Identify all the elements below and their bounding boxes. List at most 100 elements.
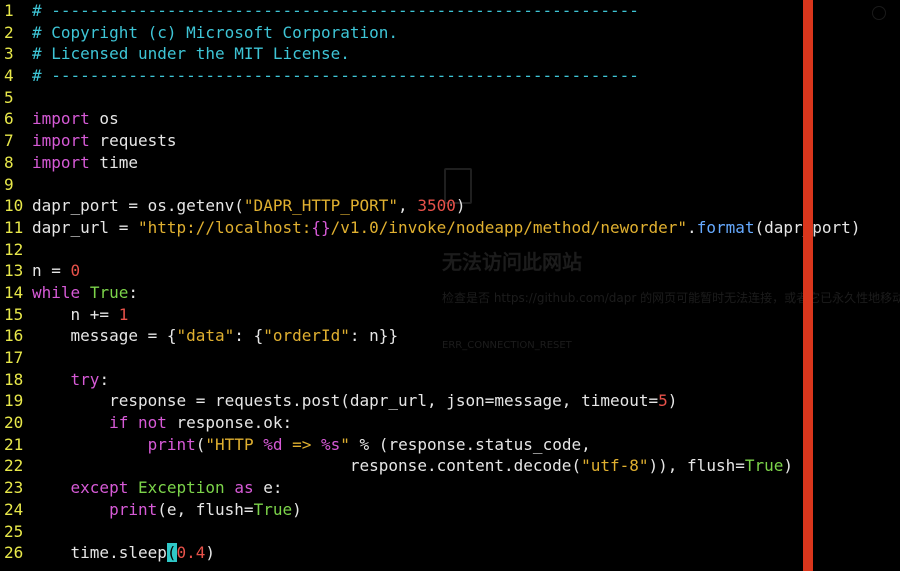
code-token: # Licensed under the MIT License. bbox=[32, 44, 350, 64]
code-line[interactable]: 17 bbox=[0, 347, 860, 369]
code-token: : bbox=[128, 282, 138, 302]
code-token: 0 bbox=[70, 261, 81, 281]
code-token: True bbox=[253, 499, 293, 519]
code-line[interactable]: 14 while True: bbox=[0, 282, 860, 304]
code-token: if bbox=[109, 413, 129, 433]
code-token: n = bbox=[32, 261, 71, 281]
code-token: %s bbox=[321, 434, 341, 454]
code-token: os bbox=[89, 109, 119, 129]
code-token: " bbox=[340, 434, 350, 454]
line-text: try: bbox=[32, 369, 110, 391]
code-line[interactable]: 7 import requests bbox=[0, 130, 860, 152]
code-token: "DAPR_HTTP_PORT" bbox=[243, 196, 399, 216]
line-number: 17 bbox=[4, 348, 24, 367]
line-text: import time bbox=[32, 152, 138, 174]
code-token: , bbox=[398, 196, 418, 216]
code-token: "HTTP bbox=[205, 434, 264, 454]
code-line[interactable]: 25 bbox=[0, 521, 860, 543]
code-line[interactable]: 12 bbox=[0, 239, 860, 261]
code-token: (e, flush= bbox=[157, 499, 254, 519]
line-number: 9 bbox=[4, 174, 14, 194]
code-line[interactable]: 19 response = requests.post(dapr_url, js… bbox=[0, 390, 860, 412]
code-line[interactable]: 5 bbox=[0, 87, 860, 109]
line-text: # Copyright (c) Microsoft Corporation. bbox=[32, 22, 398, 44]
code-token: 0.4 bbox=[176, 543, 206, 563]
code-line[interactable]: 11 dapr_url = "http://localhost:{}/v1.0/i… bbox=[0, 217, 860, 239]
line-text: while True: bbox=[32, 282, 138, 304]
code-line[interactable]: 26 time.sleep(0.4) bbox=[0, 542, 860, 564]
code-token: not bbox=[137, 413, 167, 433]
line-number: 22 bbox=[4, 456, 24, 476]
code-line[interactable]: 20 if not response.ok: bbox=[0, 412, 860, 434]
code-line[interactable]: 10 dapr_port = os.getenv("DAPR_HTTP_PORT"… bbox=[0, 195, 860, 217]
code-token: /v1.0/invoke/nodeapp/method/neworder" bbox=[330, 217, 688, 237]
line-number: 20 bbox=[4, 413, 24, 433]
code-line[interactable]: 16 message = {"data": {"orderId": n}} bbox=[0, 325, 860, 347]
code-lines[interactable]: 1 # -------------------------------------… bbox=[0, 0, 860, 564]
line-number: 15 bbox=[4, 304, 24, 324]
code-token: print bbox=[147, 434, 196, 454]
code-token: response.ok: bbox=[166, 413, 293, 433]
code-token: "http://localhost: bbox=[137, 217, 312, 237]
code-token: {} bbox=[311, 217, 331, 237]
code-line[interactable]: 24 print(e, flush=True) bbox=[0, 499, 860, 521]
code-token: "utf-8" bbox=[581, 456, 649, 476]
code-line[interactable]: 4 # -------------------------------------… bbox=[0, 65, 860, 87]
code-token: requests bbox=[89, 131, 177, 151]
line-text: time.sleep(0.4) bbox=[32, 542, 215, 564]
text-cursor: ( bbox=[166, 543, 177, 563]
code-line[interactable]: 15 n += 1 bbox=[0, 304, 860, 326]
code-token: : n}} bbox=[349, 326, 399, 346]
line-text: dapr_url = "http://localhost:{}/v1.0/inv… bbox=[32, 217, 860, 239]
code-token: %d bbox=[263, 434, 283, 454]
line-number: 24 bbox=[4, 499, 24, 519]
code-token: print bbox=[109, 499, 158, 519]
line-text: dapr_port = os.getenv("DAPR_HTTP_PORT", … bbox=[32, 195, 465, 217]
code-token: True bbox=[744, 456, 784, 476]
code-token: ) bbox=[783, 456, 794, 476]
line-number: 25 bbox=[4, 521, 24, 541]
code-line[interactable]: 18 try: bbox=[0, 369, 860, 391]
line-number: 7 bbox=[4, 131, 14, 151]
settings-icon bbox=[872, 6, 886, 20]
code-line[interactable]: 2 # Copyright (c) Microsoft Corporation. bbox=[0, 22, 860, 44]
code-token: time.sleep bbox=[32, 543, 167, 563]
code-token: response.content.decode( bbox=[32, 456, 582, 476]
color-column-bar bbox=[803, 0, 813, 571]
code-line[interactable]: 3 # Licensed under the MIT License. bbox=[0, 43, 860, 65]
code-token: except bbox=[70, 478, 129, 498]
line-text: message = {"data": {"orderId": n}} bbox=[32, 325, 399, 347]
code-token: => bbox=[282, 434, 321, 454]
line-number: 4 bbox=[4, 66, 14, 86]
line-number: 14 bbox=[4, 282, 24, 302]
code-line[interactable]: 21 print("HTTP %d => %s" % (response.sta… bbox=[0, 434, 860, 456]
code-editor[interactable]: 无法访问此网站 检查是否 https://github.com/dapr 的网页… bbox=[0, 0, 900, 571]
line-text: if not response.ok: bbox=[32, 412, 292, 434]
line-number: 16 bbox=[4, 326, 24, 346]
line-text: print("HTTP %d => %s" % (response.status… bbox=[32, 434, 591, 456]
code-line[interactable]: 13 n = 0 bbox=[0, 260, 860, 282]
code-token: # Copyright (c) Microsoft Corporation. bbox=[32, 22, 399, 42]
code-token: format bbox=[696, 217, 755, 237]
code-line[interactable]: 9 bbox=[0, 174, 860, 196]
code-line[interactable]: 22 response.content.decode("utf-8")), fl… bbox=[0, 455, 860, 477]
code-token: try bbox=[70, 369, 100, 389]
line-number: 11 bbox=[4, 217, 24, 237]
code-token: ( bbox=[195, 434, 206, 454]
code-line[interactable]: 8 import time bbox=[0, 152, 860, 174]
code-line[interactable]: 1 # -------------------------------------… bbox=[0, 0, 860, 22]
line-number: 19 bbox=[4, 391, 24, 411]
code-line[interactable]: 23 except Exception as e: bbox=[0, 477, 860, 499]
code-token: message = { bbox=[32, 326, 177, 346]
code-line[interactable]: 6 import os bbox=[0, 108, 860, 130]
code-token: # --------------------------------------… bbox=[32, 1, 639, 20]
code-token: dapr_port = os.getenv( bbox=[32, 196, 244, 216]
line-number: 26 bbox=[4, 543, 24, 563]
line-number: 2 bbox=[4, 22, 14, 42]
